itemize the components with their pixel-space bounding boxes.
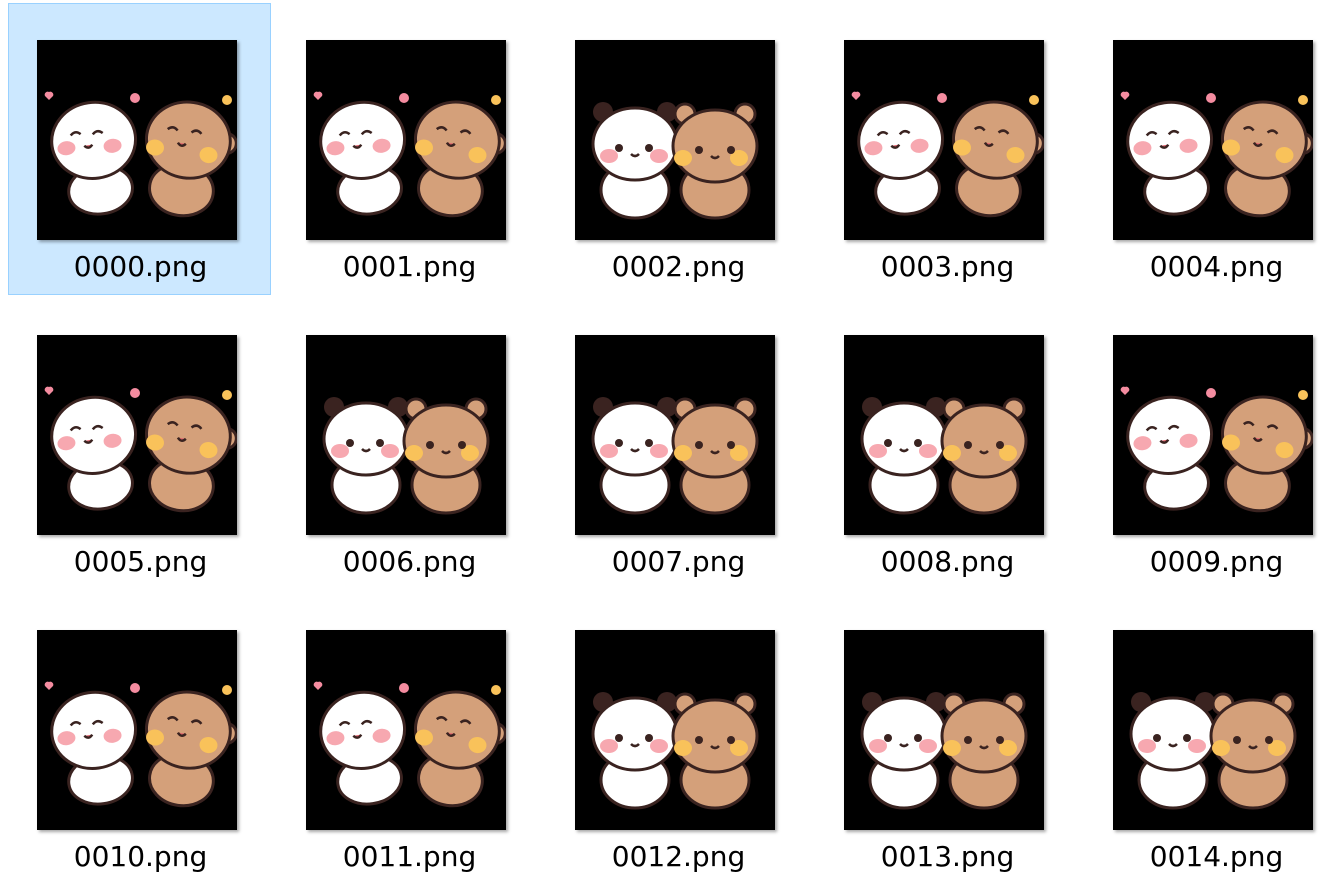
file-item[interactable]: 0007.png (546, 298, 809, 590)
file-item[interactable]: 0000.png (8, 3, 271, 295)
image-thumbnail[interactable] (575, 40, 775, 240)
file-grid: 0000.png 0001.png 0002.png 0003.png 0004.png… (0, 0, 1326, 876)
file-name-label: 0009.png (1149, 545, 1284, 578)
image-thumbnail[interactable] (1113, 335, 1313, 535)
image-thumbnail[interactable] (575, 630, 775, 830)
image-thumbnail[interactable] (37, 40, 237, 240)
file-item[interactable]: 0009.png (1084, 298, 1326, 590)
file-name-label: 0000.png (73, 250, 208, 283)
file-item[interactable]: 0005.png (8, 298, 271, 590)
image-thumbnail[interactable] (306, 40, 506, 240)
file-item[interactable]: 0003.png (815, 3, 1078, 295)
file-name-label: 0014.png (1149, 840, 1284, 873)
file-name-label: 0011.png (342, 840, 477, 873)
file-name-label: 0012.png (611, 840, 746, 873)
file-name-label: 0002.png (611, 250, 746, 283)
image-thumbnail[interactable] (37, 335, 237, 535)
file-name-label: 0004.png (1149, 250, 1284, 283)
image-thumbnail[interactable] (306, 630, 506, 830)
file-item[interactable]: 0012.png (546, 593, 809, 885)
image-thumbnail[interactable] (844, 40, 1044, 240)
file-name-label: 0007.png (611, 545, 746, 578)
file-item[interactable]: 0002.png (546, 3, 809, 295)
file-name-label: 0003.png (880, 250, 1015, 283)
image-thumbnail[interactable] (844, 335, 1044, 535)
image-thumbnail[interactable] (306, 335, 506, 535)
file-name-label: 0010.png (73, 840, 208, 873)
file-item[interactable]: 0011.png (277, 593, 540, 885)
image-thumbnail[interactable] (575, 335, 775, 535)
file-item[interactable]: 0008.png (815, 298, 1078, 590)
image-thumbnail[interactable] (844, 630, 1044, 830)
file-item[interactable]: 0014.png (1084, 593, 1326, 885)
file-item[interactable]: 0001.png (277, 3, 540, 295)
file-item[interactable]: 0004.png (1084, 3, 1326, 295)
image-thumbnail[interactable] (37, 630, 237, 830)
file-item[interactable]: 0010.png (8, 593, 271, 885)
file-name-label: 0005.png (73, 545, 208, 578)
file-name-label: 0006.png (342, 545, 477, 578)
image-thumbnail[interactable] (1113, 40, 1313, 240)
file-name-label: 0001.png (342, 250, 477, 283)
file-item[interactable]: 0006.png (277, 298, 540, 590)
file-item[interactable]: 0013.png (815, 593, 1078, 885)
file-name-label: 0013.png (880, 840, 1015, 873)
image-thumbnail[interactable] (1113, 630, 1313, 830)
file-name-label: 0008.png (880, 545, 1015, 578)
